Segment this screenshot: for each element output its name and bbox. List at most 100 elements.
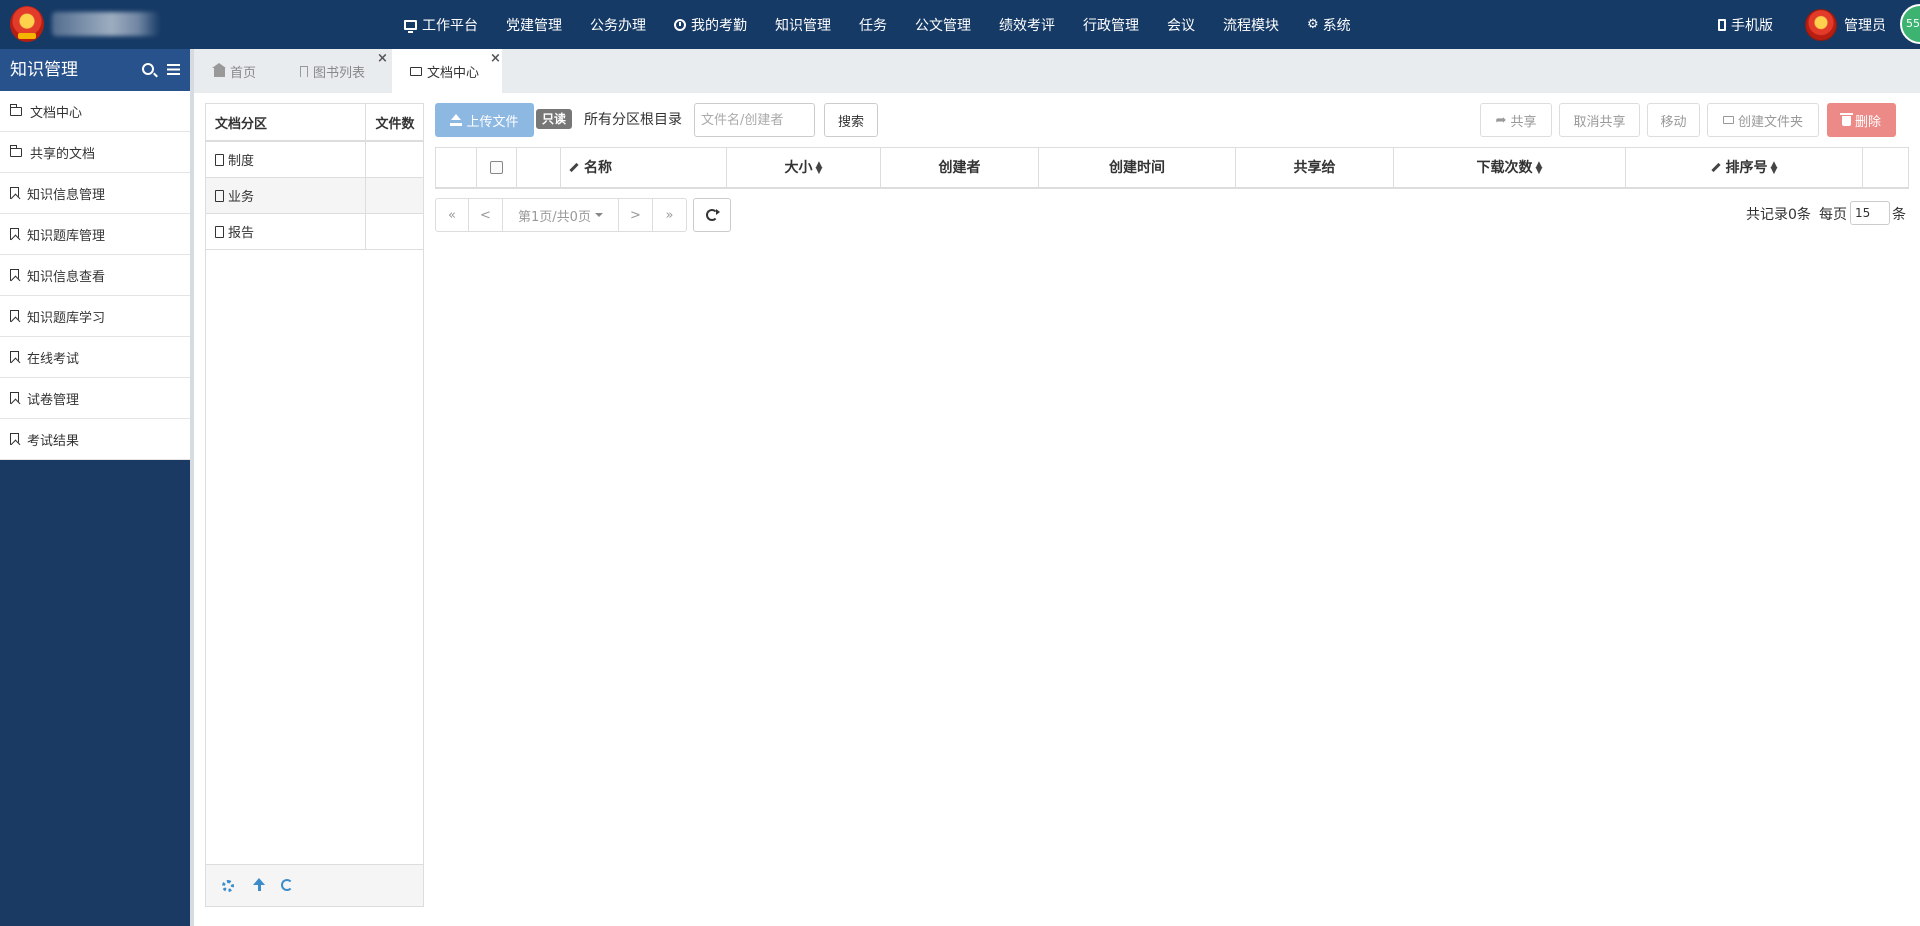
partition-name[interactable]: 业务 (206, 177, 365, 214)
total-records: 共记录0条 (1746, 207, 1811, 223)
prev-page-button[interactable]: < (468, 198, 503, 232)
main-nav: 工作平台 党建管理 公务办理 我的考勤 知识管理 任务 公文管理 绩效考评 行政… (390, 0, 1365, 49)
close-icon[interactable]: × (490, 51, 501, 66)
sidebar-menu: 文档中心 共享的文档 知识信息管理 知识题库管理 知识信息查看 知识题库学习 在… (0, 91, 190, 460)
pencil-icon (569, 162, 579, 172)
nav-item-knowledge[interactable]: 知识管理 (761, 0, 845, 49)
partition-count (364, 177, 423, 214)
sidebar-item-paper-manage[interactable]: 试卷管理 (0, 378, 190, 419)
col-actions (1862, 147, 1909, 189)
refresh-button[interactable] (693, 198, 731, 232)
bookmark-icon (10, 269, 19, 281)
search-button[interactable]: 搜索 (824, 103, 878, 137)
sidebar-item-knowledge-info-manage[interactable]: 知识信息管理 (0, 173, 190, 214)
user-name[interactable]: 管理员 (1844, 0, 1886, 49)
partition-row[interactable]: 制度 (206, 141, 423, 178)
upload-file-button[interactable]: 上传文件 (435, 103, 534, 137)
settings-gear-icon[interactable] (222, 880, 234, 892)
partition-name[interactable]: 制度 (206, 141, 365, 178)
nav-item-attendance[interactable]: 我的考勤 (660, 0, 761, 49)
sidebar-item-knowledge-info-view[interactable]: 知识信息查看 (0, 255, 190, 296)
partition-table: 文档分区 文件数 制度 业务 报告 (206, 104, 423, 250)
sidebar-item-exam-results[interactable]: 考试结果 (0, 419, 190, 460)
col-header-sort-order[interactable]: 排序号 ▲ ▼ (1625, 147, 1863, 189)
user-avatar[interactable] (1805, 9, 1837, 41)
col-header-name[interactable]: 名称 (560, 147, 727, 189)
sidebar-title: 知识管理 (10, 60, 78, 80)
last-page-button[interactable]: » (652, 198, 687, 232)
nav-item-performance[interactable]: 绩效考评 (985, 0, 1069, 49)
sidebar: 知识管理 文档中心 共享的文档 知识信息管理 知识题库管理 知识信息查看 知识题… (0, 49, 190, 926)
search-input[interactable] (694, 103, 815, 137)
nav-item-task[interactable]: 任务 (845, 0, 901, 49)
nav-item-workbench[interactable]: 工作平台 (390, 0, 492, 49)
move-button[interactable]: 移动 (1647, 103, 1700, 137)
unshare-button[interactable]: 取消共享 (1559, 103, 1640, 137)
bookmark-icon (300, 65, 308, 77)
home-icon (212, 62, 226, 77)
page-select-dropdown[interactable]: 第1页/共0页 (502, 198, 619, 232)
pagination: « < 第1页/共0页 > » (435, 198, 687, 232)
readonly-badge: 只读 (536, 109, 573, 129)
per-page-label: 每页 (1819, 207, 1847, 223)
tab-book-list[interactable]: 图书列表 (300, 49, 365, 93)
partition-name[interactable]: 报告 (206, 213, 365, 250)
close-icon[interactable]: × (377, 51, 388, 66)
col-header-downloads[interactable]: 下载次数 ▲ ▼ (1393, 147, 1626, 189)
mobile-version-link[interactable]: 手机版 (1718, 0, 1773, 49)
trash-icon (1839, 113, 1853, 126)
nav-item-system[interactable]: ⚙ 系统 (1293, 0, 1365, 49)
partition-count (364, 141, 423, 178)
nav-item-official-business[interactable]: 公务办理 (576, 0, 660, 49)
per-page-input[interactable] (1850, 201, 1890, 225)
sidebar-item-shared-docs[interactable]: 共享的文档 (0, 132, 190, 173)
first-page-button[interactable]: « (435, 198, 469, 232)
refresh-icon[interactable] (281, 879, 293, 891)
share-button[interactable]: ➦ 共享 (1480, 103, 1552, 137)
sidebar-item-online-exam[interactable]: 在线考试 (0, 337, 190, 378)
emblem-logo-icon (10, 6, 44, 42)
sidebar-item-question-bank-manage[interactable]: 知识题库管理 (0, 214, 190, 255)
folder-icon (410, 66, 422, 76)
sort-icon: ▲ ▼ (1770, 160, 1778, 177)
col-header-size[interactable]: 大小 ▲ ▼ (726, 147, 881, 189)
nav-item-workflow[interactable]: 流程模块 (1209, 0, 1293, 49)
partition-row[interactable]: 报告 (206, 213, 423, 250)
sidebar-item-question-bank-study[interactable]: 知识题库学习 (0, 296, 190, 337)
sidebar-item-doc-center[interactable]: 文档中心 (0, 91, 190, 132)
folder-open-icon (9, 144, 22, 157)
partition-panel: 文档分区 文件数 制度 业务 报告 (205, 103, 424, 907)
tab-doc-center[interactable]: 文档中心 (392, 49, 502, 93)
nav-item-party[interactable]: 党建管理 (492, 0, 576, 49)
create-folder-button[interactable]: 创建文件夹 (1707, 103, 1819, 137)
bookmark-icon (10, 392, 19, 404)
col-header-creator: 创建者 (880, 147, 1039, 189)
col-select-all (476, 147, 517, 189)
partition-row[interactable]: 业务 (206, 177, 423, 214)
upload-icon (450, 114, 463, 126)
bookmark-icon (10, 187, 19, 199)
tab-home[interactable]: 首页 (212, 49, 256, 93)
nav-item-meeting[interactable]: 会议 (1153, 0, 1209, 49)
bookmark-icon (10, 433, 19, 445)
partition-footer (206, 864, 423, 906)
tab-bar: 首页 图书列表 × 文档中心 × (194, 49, 1920, 93)
hamburger-menu-icon[interactable] (167, 64, 180, 75)
arrow-up-icon[interactable] (252, 878, 266, 892)
next-page-button[interactable]: > (618, 198, 653, 232)
clock-icon (674, 18, 686, 31)
file-icon (215, 189, 224, 202)
nav-item-admin[interactable]: 行政管理 (1069, 0, 1153, 49)
notification-badge[interactable]: 55 (1900, 4, 1920, 44)
select-all-checkbox[interactable] (490, 160, 503, 174)
col-header-file-count: 文件数 (364, 104, 423, 142)
col-header-created-time: 创建时间 (1038, 147, 1236, 189)
sort-icon: ▲ ▼ (1535, 160, 1543, 177)
top-navbar: 工作平台 党建管理 公务办理 我的考勤 知识管理 任务 公文管理 绩效考评 行政… (0, 0, 1920, 49)
search-icon[interactable] (142, 63, 154, 75)
delete-button[interactable]: 删除 (1827, 103, 1896, 137)
nav-item-document[interactable]: 公文管理 (901, 0, 985, 49)
pencil-icon (1710, 162, 1721, 172)
share-icon: ➦ (1495, 112, 1507, 128)
sort-icon: ▲ ▼ (815, 160, 823, 177)
